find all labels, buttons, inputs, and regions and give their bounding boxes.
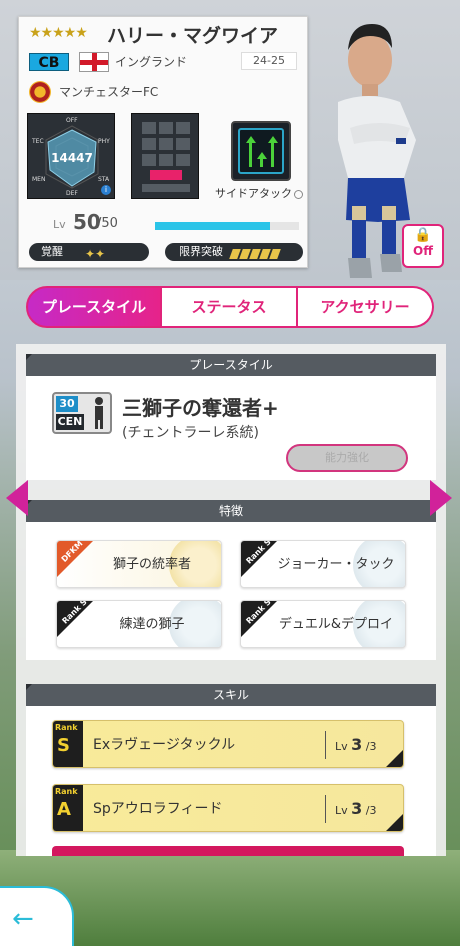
level-prefix: Lv: [53, 218, 66, 231]
radar-label-def: DEF: [66, 190, 78, 197]
season-label: 24-25: [241, 52, 297, 70]
back-button[interactable]: ←: [0, 886, 74, 946]
skills-header: スキル: [26, 684, 436, 706]
skill-level: Lv 3 /3: [335, 799, 377, 818]
awakening-pill[interactable]: 覚醒 ✦✦: [29, 243, 149, 261]
radar-chart[interactable]: OFF PHY STA DEF MEN TEC 14447 i: [27, 113, 115, 199]
playstyle-icon: 30 CEN: [52, 392, 112, 434]
playstyle-icon-number: 30: [56, 396, 78, 412]
rarity-stars: ★★★★★: [29, 25, 88, 41]
radar-label-sta: STA: [98, 176, 110, 183]
skill-level: Lv 3 /3: [335, 735, 377, 754]
trait-label: デュエル&デプロイ: [278, 617, 394, 632]
ability-enhance-button[interactable]: 能力強化: [286, 444, 408, 472]
club-emblem-icon: [29, 81, 51, 103]
formation-position-highlight: [150, 170, 182, 180]
awakening-diamond-icon: ✦✦: [85, 247, 106, 261]
playstyle-subtitle: (チェントラーレ系統): [122, 425, 259, 441]
traits-header: 特徴: [26, 500, 436, 522]
trait-card[interactable]: DFKM 獅子の統率者: [56, 540, 222, 588]
trait-label: 獅子の統率者: [112, 557, 191, 572]
skill-row[interactable]: Rank S Exラヴェージタックル Lv 3 /3: [52, 720, 404, 768]
lock-toggle-button[interactable]: 🔒 Off: [402, 224, 444, 268]
club-label: マンチェスターFC: [59, 85, 159, 99]
tab-bar: プレースタイル ステータス アクセサリー: [26, 286, 434, 328]
info-icon[interactable]: i: [101, 185, 111, 195]
skill-rank-word: Rank: [55, 787, 78, 796]
triangle-right-icon[interactable]: [430, 480, 452, 516]
trait-card[interactable]: Rank S デュエル&デプロイ: [240, 600, 406, 648]
limit-break-label: 限界突破: [179, 245, 223, 258]
level-max: /50: [97, 216, 118, 231]
tab-playstyle[interactable]: プレースタイル: [26, 286, 162, 328]
playstyle-name: 三獅子の奪還者+: [122, 396, 279, 420]
overall-value: 14447: [51, 151, 93, 165]
radar-label-tec: TEC: [32, 138, 44, 145]
awakening-label: 覚醒: [41, 245, 63, 258]
level-bar: [155, 222, 299, 230]
country-label: イングランド: [115, 55, 188, 69]
radar-label-phy: PHY: [98, 138, 110, 145]
england-flag-icon: [79, 52, 109, 72]
formation-map[interactable]: [131, 113, 199, 199]
radar-label-men: MEN: [32, 176, 46, 183]
side-attack-icon[interactable]: [231, 121, 291, 181]
player-name: ハリー・マグワイア: [107, 25, 279, 47]
detail-panel: プレースタイル 30 CEN 三獅子の奪還者+ (チェントラーレ系統) 能力強化…: [16, 344, 446, 856]
skill-row-partial[interactable]: [52, 846, 404, 856]
player-card: ★★★★★ ハリー・マグワイア CB イングランド 24-25 マンチェスターF…: [18, 16, 308, 268]
trait-card[interactable]: Rank S 練達の獅子: [56, 600, 222, 648]
side-attack-label[interactable]: サイドアタック: [215, 185, 303, 201]
lock-icon: 🔒: [414, 227, 432, 243]
trait-label: 練達の獅子: [119, 617, 185, 632]
skill-name: Exラヴェージタックル: [93, 737, 236, 753]
trait-card[interactable]: Rank S ジョーカー・タックル超: [240, 540, 406, 588]
playstyle-header: プレースタイル: [26, 354, 436, 376]
skill-rank: A: [57, 799, 71, 820]
trait-label: ジョーカー・タックル超: [277, 557, 395, 572]
tab-accessory[interactable]: アクセサリー: [298, 286, 434, 328]
limit-break-bars: [229, 247, 281, 265]
limit-break-pill[interactable]: 限界突破: [165, 243, 303, 261]
triangle-left-icon[interactable]: [6, 480, 28, 516]
skill-name: Spアウロラフィード: [93, 801, 223, 817]
tab-status[interactable]: ステータス: [162, 286, 298, 328]
skill-rank: S: [57, 735, 70, 756]
position-badge: CB: [29, 53, 69, 71]
lock-state-label: Off: [413, 244, 433, 258]
playstyle-icon-position: CEN: [56, 414, 84, 430]
skill-row[interactable]: Rank A Spアウロラフィード Lv 3 /3: [52, 784, 404, 832]
arrow-left-icon: ←: [12, 904, 34, 934]
skill-rank-word: Rank: [55, 723, 78, 732]
level-bar-fill: [155, 222, 271, 230]
radar-label-off: OFF: [66, 117, 78, 124]
